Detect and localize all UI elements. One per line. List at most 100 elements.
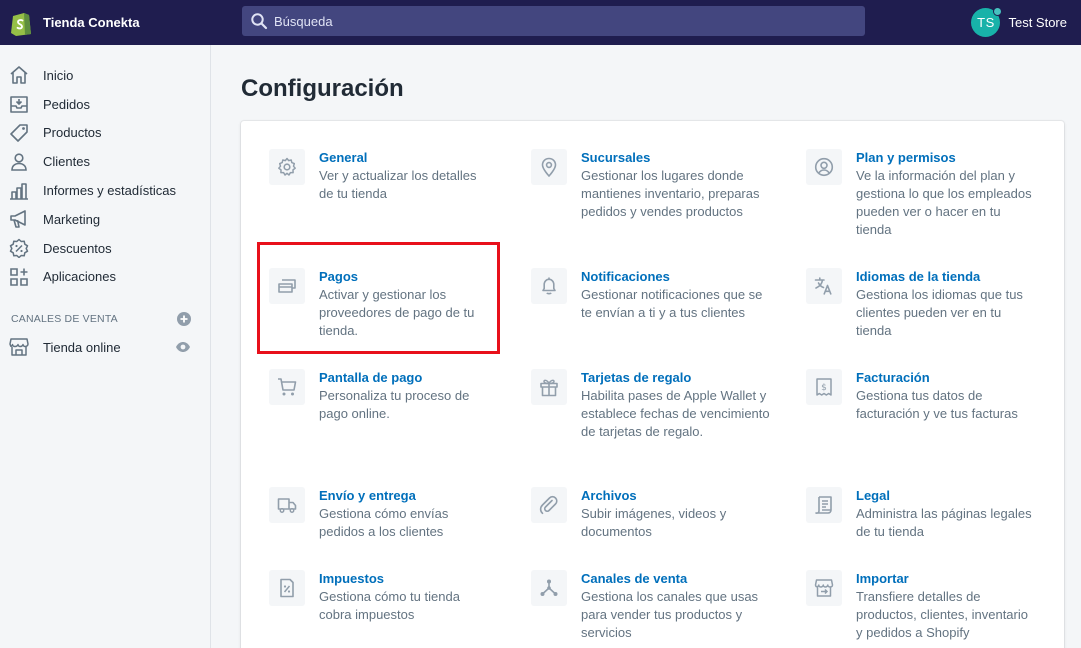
setting-text: Sucursales Gestionar los lugares donde m… — [581, 149, 776, 221]
setting-archivos[interactable]: Archivos Subir imágenes, videos y docume… — [531, 487, 776, 541]
tag-icon — [10, 124, 28, 142]
setting-icon-box: $ — [806, 369, 842, 405]
settings-card: General Ver y actualizar los detalles de… — [241, 121, 1064, 648]
setting-pagos[interactable]: Pagos Activar y gestionar los proveedore… — [269, 268, 484, 340]
avatar[interactable]: TS — [971, 6, 1003, 37]
setting-title[interactable]: Tarjetas de regalo — [581, 369, 776, 387]
setting-title[interactable]: General — [319, 149, 484, 167]
orders-icon — [10, 96, 28, 113]
setting-icon-box — [269, 487, 305, 523]
setting-title[interactable]: Pantalla de pago — [319, 369, 484, 387]
setting-text: Importar Transfiere detalles de producto… — [856, 570, 1036, 642]
shopify-logo-icon — [11, 12, 31, 36]
payments-icon — [278, 279, 296, 293]
setting-idiomas[interactable]: Idiomas de la tienda Gestiona los idioma… — [806, 268, 1036, 340]
add-channel-icon[interactable] — [177, 312, 191, 327]
setting-text: Notificaciones Gestionar notificaciones … — [581, 268, 776, 322]
setting-text: Plan y permisos Ve la información del pl… — [856, 149, 1036, 239]
setting-description: Gestiona los idiomas que tus clientes pu… — [856, 287, 1023, 338]
tax-icon — [280, 578, 294, 598]
setting-facturacion[interactable]: $ Facturación Gestiona tus datos de fact… — [806, 369, 1036, 423]
sidebar-item-label: Productos — [43, 125, 102, 141]
setting-title[interactable]: Importar — [856, 570, 1036, 588]
sidebar-item-pedidos[interactable]: Pedidos — [0, 90, 210, 119]
setting-description: Gestiona tus datos de facturación y ve t… — [856, 388, 1018, 421]
apps-icon — [10, 268, 28, 286]
sidebar-item-label: Inicio — [43, 67, 74, 83]
sidebar-item-label: Pedidos — [43, 96, 90, 112]
setting-notificaciones[interactable]: Notificaciones Gestionar notificaciones … — [531, 268, 776, 322]
sidebar-item-label: Clientes — [43, 154, 90, 170]
import-icon — [814, 579, 834, 597]
setting-importar[interactable]: Importar Transfiere detalles de producto… — [806, 570, 1036, 642]
paperclip-icon — [539, 495, 558, 515]
setting-plan-permisos[interactable]: Plan y permisos Ve la información del pl… — [806, 149, 1036, 239]
setting-title[interactable]: Pagos — [319, 268, 484, 286]
sidebar-item-informes[interactable]: Informes y estadísticas — [0, 176, 210, 205]
setting-canales-venta[interactable]: Canales de venta Gestiona los canales qu… — [531, 570, 776, 642]
search-input[interactable]: Búsqueda — [274, 14, 333, 29]
setting-title[interactable]: Archivos — [581, 487, 776, 505]
brand[interactable]: Tienda Conekta — [0, 0, 242, 45]
sidebar-item-clientes[interactable]: Clientes — [0, 147, 210, 176]
setting-title[interactable]: Plan y permisos — [856, 149, 1036, 167]
setting-description: Administra las páginas legales de tu tie… — [856, 506, 1032, 539]
setting-pantalla-pago[interactable]: Pantalla de pago Personaliza tu proceso … — [269, 369, 484, 423]
eye-icon[interactable] — [175, 340, 191, 354]
store-title: Tienda Conekta — [43, 15, 140, 30]
setting-text: Tarjetas de regalo Habilita pases de App… — [581, 369, 776, 441]
setting-icon-box — [806, 268, 842, 304]
setting-tarjetas-regalo[interactable]: Tarjetas de regalo Habilita pases de App… — [531, 369, 776, 441]
top-bar: Tienda Conekta Búsqueda TS Test Store — [0, 0, 1081, 45]
page-title: Configuración — [241, 75, 404, 102]
setting-general[interactable]: General Ver y actualizar los detalles de… — [269, 149, 484, 203]
setting-title[interactable]: Impuestos — [319, 570, 484, 588]
search-icon — [251, 13, 268, 30]
setting-icon-box — [531, 149, 567, 185]
cart-icon — [278, 378, 297, 396]
setting-text: Canales de venta Gestiona los canales qu… — [581, 570, 776, 642]
svg-text:$: $ — [821, 383, 827, 393]
setting-icon-box — [269, 369, 305, 405]
setting-sucursales[interactable]: Sucursales Gestionar los lugares donde m… — [531, 149, 776, 221]
setting-icon-box — [806, 570, 842, 606]
setting-title[interactable]: Legal — [856, 487, 1036, 505]
sidebar-item-label: Tienda online — [43, 339, 121, 355]
setting-legal[interactable]: Legal Administra las páginas legales de … — [806, 487, 1036, 541]
sidebar-item-marketing[interactable]: Marketing — [0, 205, 210, 234]
setting-icon-box — [269, 570, 305, 606]
setting-description: Gestiona cómo envías pedidos a los clien… — [319, 506, 449, 539]
channels-icon — [540, 579, 558, 596]
sidebar-item-online-store[interactable]: Tienda online — [0, 333, 210, 361]
setting-title[interactable]: Notificaciones — [581, 268, 776, 286]
setting-title[interactable]: Facturación — [856, 369, 1036, 387]
analytics-icon — [10, 182, 28, 200]
setting-title[interactable]: Idiomas de la tienda — [856, 268, 1036, 286]
setting-description: Habilita pases de Apple Wallet y estable… — [581, 388, 770, 439]
setting-title[interactable]: Sucursales — [581, 149, 776, 167]
setting-text: Pagos Activar y gestionar los proveedore… — [319, 268, 484, 340]
setting-impuestos[interactable]: Impuestos Gestiona cómo tu tienda cobra … — [269, 570, 484, 624]
setting-description: Transfiere detalles de productos, client… — [856, 589, 1028, 640]
sidebar-item-descuentos[interactable]: Descuentos — [0, 234, 210, 263]
legal-icon — [815, 496, 832, 514]
account-name[interactable]: Test Store — [1008, 15, 1067, 30]
search-bar[interactable]: Búsqueda — [242, 6, 865, 36]
setting-envio[interactable]: Envío y entrega Gestiona cómo envías ped… — [269, 487, 484, 541]
setting-description: Personaliza tu proceso de pago online. — [319, 388, 470, 421]
sidebar: Inicio Pedidos Productos Clientes Inform… — [0, 45, 211, 648]
setting-text: Envío y entrega Gestiona cómo envías ped… — [319, 487, 484, 541]
setting-text: Idiomas de la tienda Gestiona los idioma… — [856, 268, 1036, 340]
bell-icon — [542, 277, 556, 295]
setting-title[interactable]: Canales de venta — [581, 570, 776, 588]
setting-description: Activar y gestionar los proveedores de p… — [319, 287, 475, 338]
sidebar-item-aplicaciones[interactable]: Aplicaciones — [0, 263, 210, 292]
sidebar-item-productos[interactable]: Productos — [0, 119, 210, 148]
setting-icon-box — [269, 149, 305, 185]
setting-text: General Ver y actualizar los detalles de… — [319, 149, 484, 203]
setting-description: Subir imágenes, videos y documentos — [581, 506, 727, 539]
sidebar-item-inicio[interactable]: Inicio — [0, 61, 210, 90]
setting-text: Legal Administra las páginas legales de … — [856, 487, 1036, 541]
setting-title[interactable]: Envío y entrega — [319, 487, 484, 505]
account-menu[interactable]: TS Test Store — [971, 6, 1067, 38]
